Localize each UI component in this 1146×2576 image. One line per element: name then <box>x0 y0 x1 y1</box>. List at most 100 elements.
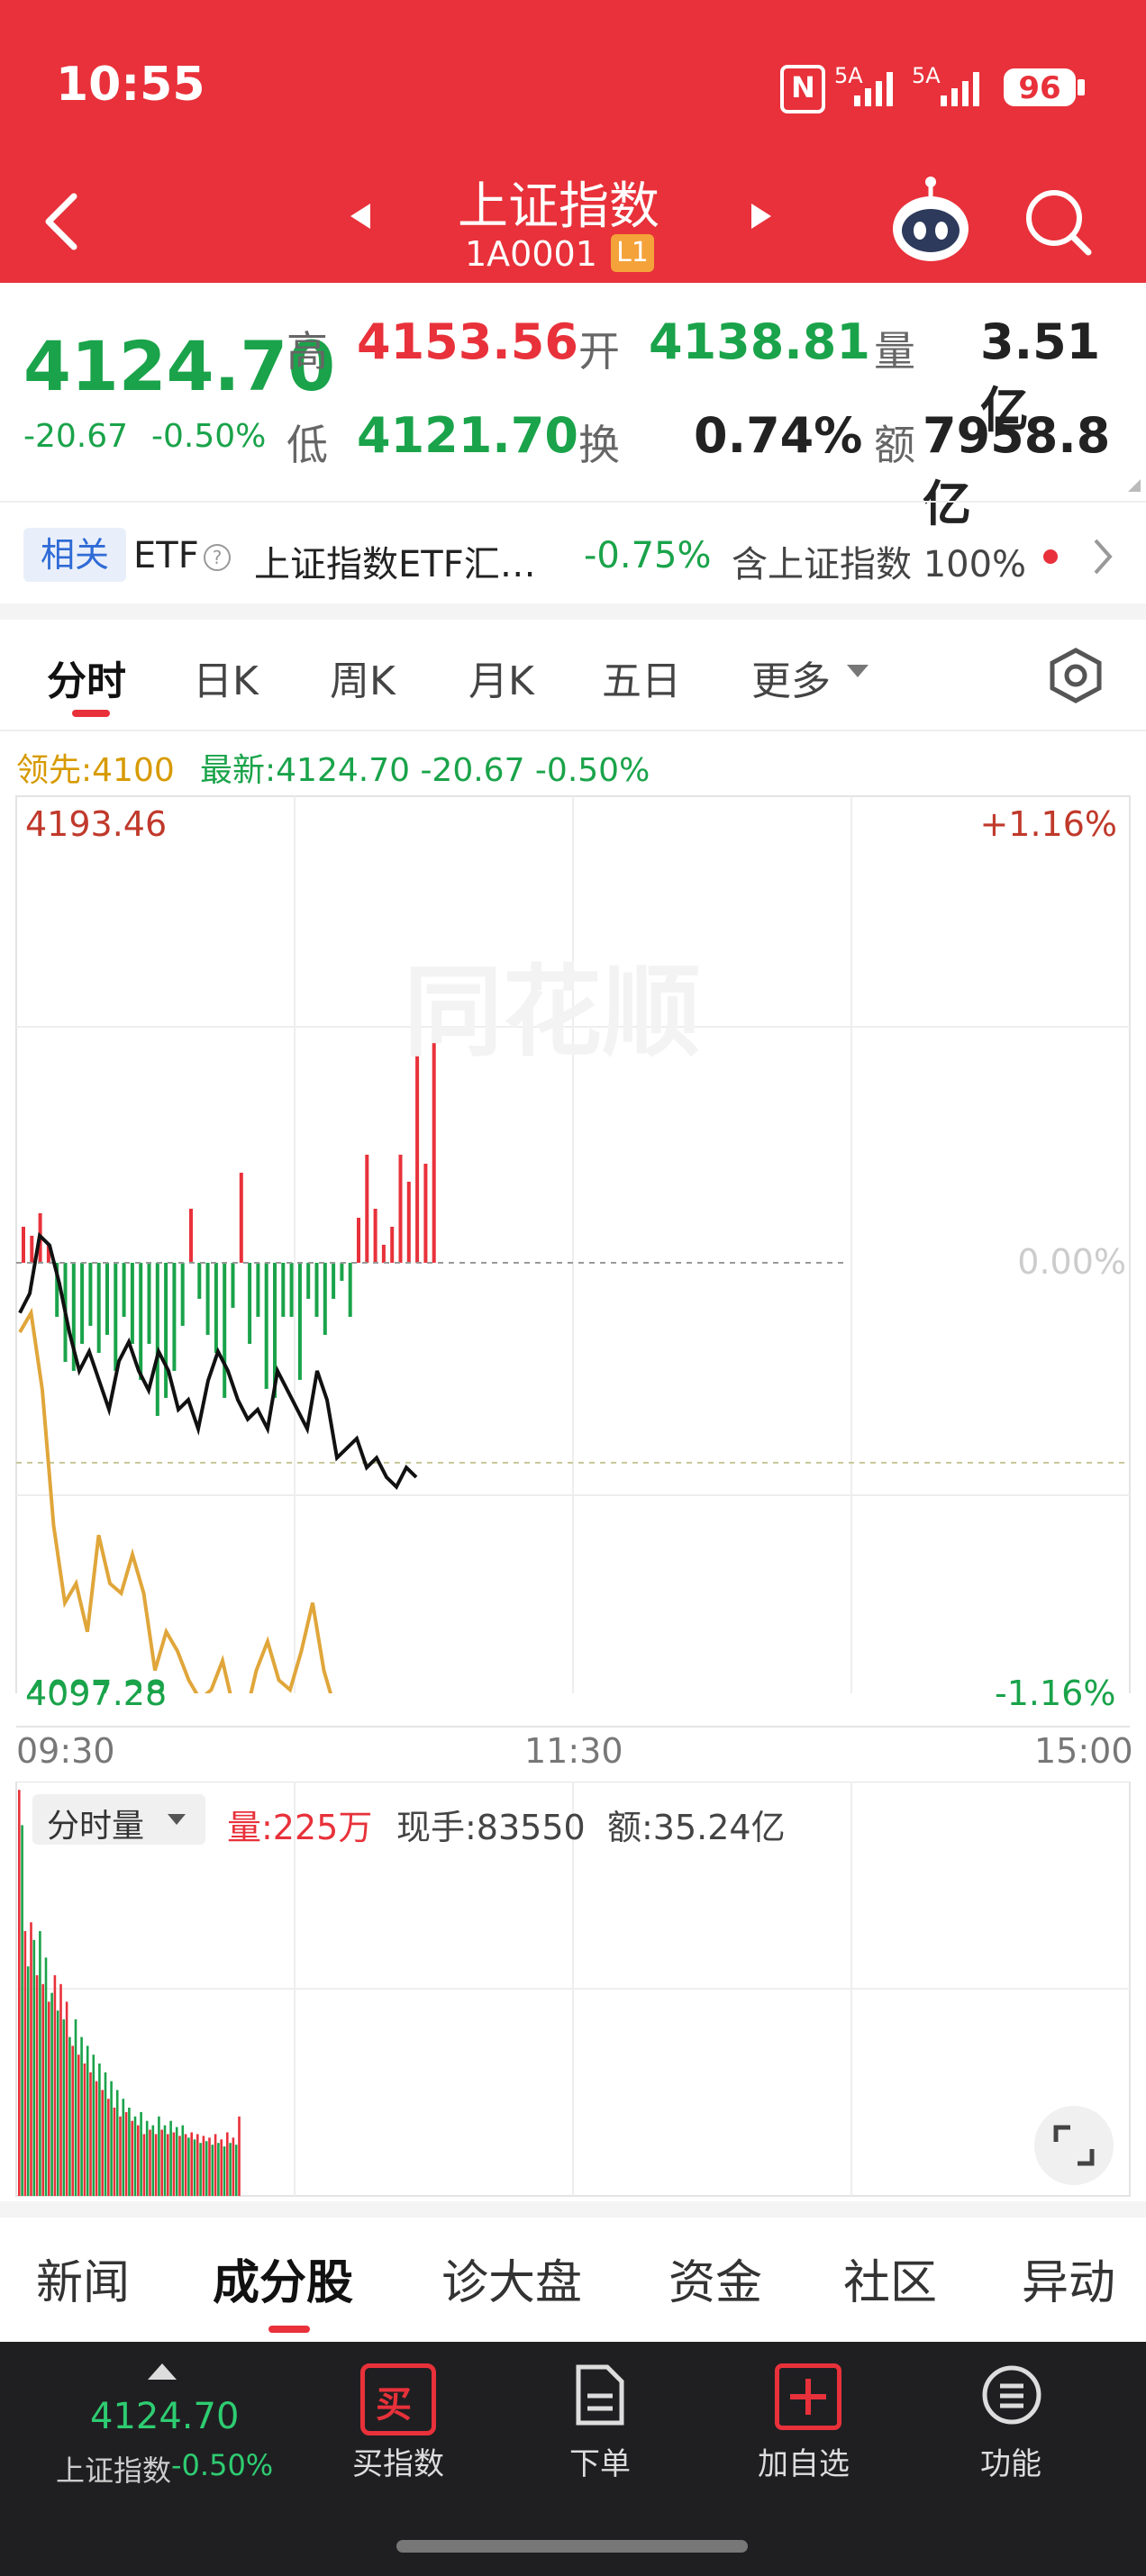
tab-weekly-k[interactable]: 周K <box>330 649 396 706</box>
high-value: 4153.56 <box>357 313 578 370</box>
pressure-bar <box>214 1263 218 1353</box>
tab-news[interactable]: 新闻 <box>36 2245 130 2312</box>
search-icon[interactable] <box>1022 186 1094 258</box>
status-time: 10:55 <box>56 58 205 112</box>
volume-bar <box>65 2001 68 2196</box>
prev-index-icon[interactable] <box>347 198 374 234</box>
expand-up-icon[interactable] <box>148 2363 177 2380</box>
tab-monthly-k[interactable]: 月K <box>468 649 534 706</box>
pressure-bar <box>88 1263 93 1326</box>
tab-more[interactable]: 更多 <box>751 649 831 706</box>
tab-funds[interactable]: 资金 <box>668 2245 762 2312</box>
order-button[interactable]: 下单 <box>528 2439 672 2483</box>
tab-intraday[interactable]: 分时 <box>47 649 126 706</box>
back-icon[interactable] <box>36 189 90 252</box>
volume-bar <box>167 2134 169 2196</box>
volume-bar <box>41 1983 44 2196</box>
volume-bar <box>68 2036 71 2196</box>
volume-bar <box>53 1975 57 2196</box>
volume-bar <box>142 2134 146 2196</box>
volume-bar <box>217 2143 220 2196</box>
pressure-bar <box>340 1263 344 1281</box>
content-tabs: 新闻 成分股 诊大盘 资金 社区 异动 <box>0 2218 1146 2342</box>
related-tag: 相关 <box>23 528 126 582</box>
time-end: 15:00 <box>1034 1731 1133 1771</box>
volume-type-selector[interactable]: 分时量 <box>32 1794 205 1845</box>
chevron-right-icon[interactable] <box>1090 537 1114 576</box>
pressure-bar <box>365 1155 369 1263</box>
volume-bar <box>44 1957 48 2196</box>
tab-five-day[interactable]: 五日 <box>602 649 681 706</box>
order-icon[interactable] <box>573 2363 625 2426</box>
volume-bar <box>50 1992 53 2196</box>
axis-bottom-value-label: 4097.28 <box>25 1673 168 1713</box>
chevron-down-icon[interactable] <box>847 665 869 677</box>
volume-bar <box>238 2116 241 2196</box>
pressure-bar <box>122 1263 126 1317</box>
low-label: 低 <box>286 421 328 469</box>
volume-bar <box>184 2134 187 2196</box>
fullscreen-icon[interactable] <box>1034 2106 1114 2185</box>
volume-amount: 量:225万 <box>227 1808 373 1847</box>
level-badge: L1 <box>611 234 654 272</box>
volume-bar <box>35 1975 39 2196</box>
settings-hex-icon[interactable] <box>1047 647 1105 704</box>
help-icon[interactable]: ? <box>204 544 231 571</box>
add-watchlist-icon[interactable] <box>775 2363 841 2430</box>
home-indicator <box>396 2540 748 2553</box>
quote-panel: 4124.70 -20.67 -0.50% 高 4153.56 开 4138.8… <box>0 283 1146 532</box>
volume-bar <box>199 2143 202 2196</box>
tab-diagnose[interactable]: 诊大盘 <box>441 2245 582 2312</box>
divider <box>0 730 1146 731</box>
tab-movement[interactable]: 异动 <box>1022 2245 1115 2312</box>
low-value: 4121.70 <box>357 407 578 464</box>
open-value: 4138.81 <box>649 313 870 370</box>
current-hand: 现手:83550 <box>396 1808 586 1847</box>
tab-daily-k[interactable]: 日K <box>193 649 259 706</box>
bottom-action-bar: 4124.70 上证指数 -0.50% 买 买指数 下单 加自选 功能 <box>0 2342 1146 2576</box>
latest-legend: 最新:4124.70 -20.67 -0.50% <box>200 752 650 789</box>
buy-icon[interactable]: 买 <box>360 2363 436 2435</box>
axis-top-value: 4193.46 <box>25 804 167 844</box>
volume-bar <box>190 2132 193 2196</box>
robot-assistant-icon[interactable] <box>890 175 971 265</box>
intraday-chart[interactable]: 同花顺 4193.46 +1.16% 0.00% 4097.28 <box>0 793 1146 1693</box>
pressure-bar <box>22 1227 25 1263</box>
volume-bar <box>92 2054 96 2196</box>
volume-bar <box>234 2145 238 2196</box>
pressure-bar <box>289 1263 294 1317</box>
volume-bar <box>229 2143 232 2196</box>
volume-bar <box>193 2139 196 2196</box>
corner-mark <box>1128 479 1141 492</box>
buy-index-button[interactable]: 买指数 <box>326 2439 470 2483</box>
price-line <box>18 1231 418 1491</box>
nfc-icon: N <box>780 65 825 113</box>
nav-bar: 上证指数 1A0001 L1 <box>0 162 1146 283</box>
pressure-bar <box>314 1263 319 1317</box>
etf-type: ETF <box>133 535 199 576</box>
time-mid: 11:30 <box>524 1731 623 1771</box>
volume-bar <box>39 1931 41 2196</box>
pressure-bar <box>264 1263 268 1389</box>
related-etf-row[interactable]: 相关 ETF ? 上证指数ETF汇… -0.75% 含上证指数 100% <box>0 504 1146 603</box>
volume-bar <box>71 2045 74 2196</box>
pressure-bar <box>306 1263 311 1299</box>
add-watchlist-button[interactable]: 加自选 <box>732 2439 876 2483</box>
volume-label: 量 <box>874 327 915 376</box>
tab-constituents[interactable]: 成分股 <box>213 2245 353 2312</box>
bottom-price: 4124.70 <box>90 2396 240 2437</box>
tab-community[interactable]: 社区 <box>843 2245 937 2312</box>
volume-bar <box>131 2120 133 2196</box>
chart-tabs: 分时 日K 周K 月K 五日 更多 <box>0 620 1146 728</box>
battery-level: 96 <box>1018 70 1061 106</box>
high-label: 高 <box>286 327 328 376</box>
menu-icon[interactable] <box>980 2363 1043 2426</box>
volume-bar <box>113 2108 116 2196</box>
pressure-bar <box>373 1209 377 1263</box>
index-code: 1A0001 <box>465 234 597 274</box>
next-index-icon[interactable] <box>748 198 775 234</box>
function-button[interactable]: 功能 <box>939 2439 1083 2483</box>
axis-bottom-pct: -1.16% <box>995 1673 1116 1713</box>
dropdown-arrow-icon <box>168 1814 186 1825</box>
volume-bar <box>187 2137 190 2196</box>
